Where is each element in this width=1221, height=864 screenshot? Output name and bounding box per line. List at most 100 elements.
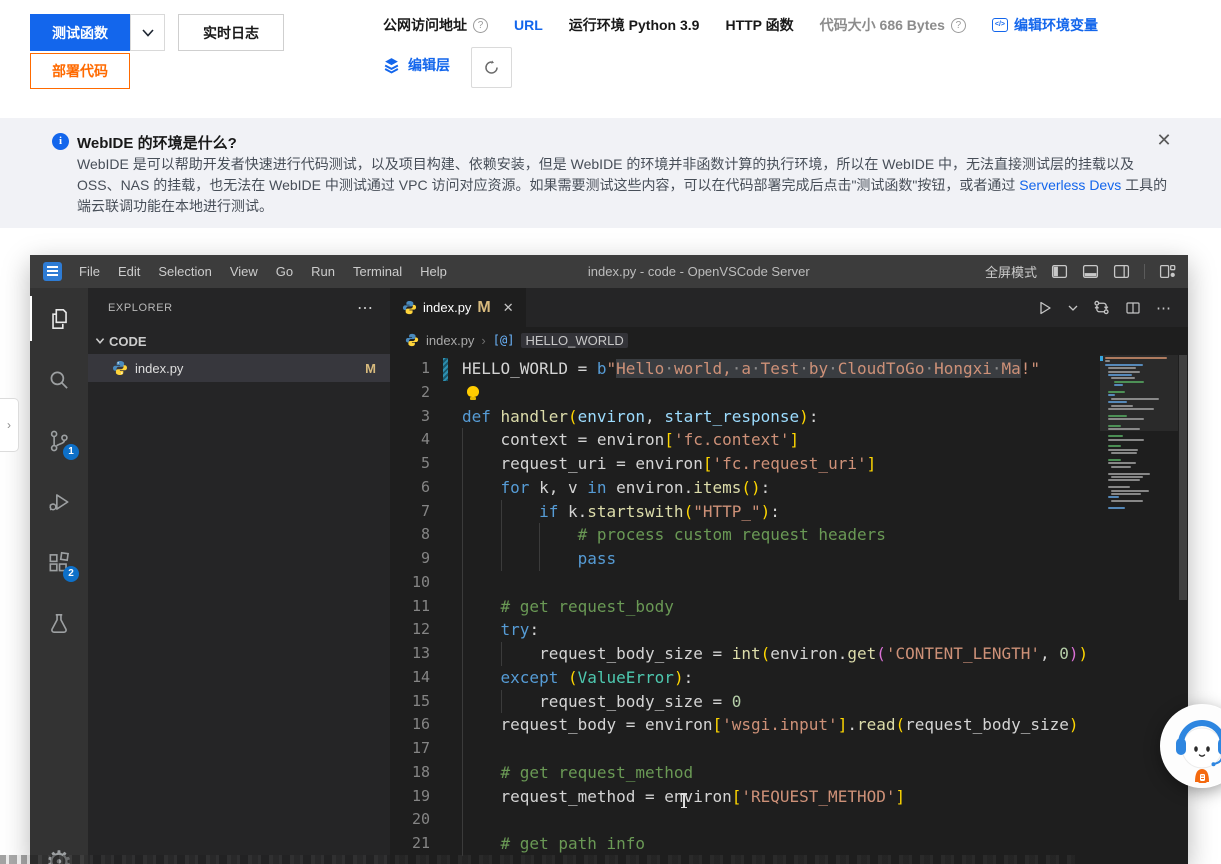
editor-more-actions-icon[interactable]: ⋯ bbox=[1156, 299, 1172, 317]
layers-icon bbox=[383, 57, 400, 74]
toggle-secondary-sidebar-icon[interactable] bbox=[1113, 263, 1130, 280]
test-function-button[interactable]: 测试函数 bbox=[30, 14, 130, 51]
line-number: 19 bbox=[390, 785, 430, 809]
fullscreen-toggle[interactable]: 全屏模式 bbox=[985, 262, 1037, 281]
clipped-bottom-overlay bbox=[0, 855, 1075, 864]
code-line-2[interactable]: 2 bbox=[390, 381, 1100, 405]
banner-close-icon[interactable]: ✕ bbox=[1153, 129, 1175, 151]
menu-go[interactable]: Go bbox=[267, 255, 302, 288]
run-debug-activity-button[interactable] bbox=[30, 471, 88, 532]
breadcrumb-file[interactable]: index.py bbox=[426, 333, 474, 348]
testing-activity-button[interactable] bbox=[30, 593, 88, 654]
menu-view[interactable]: View bbox=[221, 255, 267, 288]
deploy-code-button[interactable]: 部署代码 bbox=[30, 53, 130, 89]
files-icon bbox=[46, 306, 72, 332]
line-text: try: bbox=[462, 618, 539, 642]
line-text: request_body_size = 0 bbox=[462, 690, 741, 714]
minimap-selection-marker bbox=[1100, 356, 1103, 361]
source-control-activity-button[interactable]: 1 bbox=[30, 410, 88, 471]
code-line-21[interactable]: 21 # get path info bbox=[390, 832, 1100, 856]
code-line-20[interactable]: 20 bbox=[390, 808, 1100, 832]
code-line-16[interactable]: 16 request_body = environ['wsgi.input'].… bbox=[390, 713, 1100, 737]
split-editor-icon[interactable] bbox=[1125, 300, 1141, 316]
explorer-section-code[interactable]: CODE bbox=[88, 328, 390, 354]
file-name: index.py bbox=[135, 361, 183, 376]
code-line-14[interactable]: 14 except (ValueError): bbox=[390, 666, 1100, 690]
search-activity-button[interactable] bbox=[30, 349, 88, 410]
extensions-activity-button[interactable]: 2 bbox=[30, 532, 88, 593]
indent-guide bbox=[462, 618, 463, 642]
code-size-label: 代码大小 686 Bytes bbox=[820, 15, 945, 35]
menu-edit[interactable]: Edit bbox=[109, 255, 149, 288]
edit-layer-link[interactable]: 编辑层 bbox=[408, 55, 450, 75]
line-number: 7 bbox=[390, 500, 430, 524]
refresh-button[interactable] bbox=[471, 47, 512, 88]
realtime-logs-button[interactable]: 实时日志 bbox=[178, 14, 284, 51]
run-dropdown-chevron-icon[interactable] bbox=[1068, 304, 1078, 312]
code-line-17[interactable]: 17 bbox=[390, 737, 1100, 761]
line-number: 5 bbox=[390, 452, 430, 476]
side-drawer-expand-button[interactable]: › bbox=[0, 398, 19, 452]
menu-terminal[interactable]: Terminal bbox=[344, 255, 411, 288]
code-line-7[interactable]: 7 if k.startswith("HTTP_"): bbox=[390, 500, 1100, 524]
breadcrumb-separator: › bbox=[481, 333, 485, 348]
indent-guide bbox=[462, 571, 463, 595]
lightbulb-icon[interactable] bbox=[467, 386, 479, 397]
url-link[interactable]: URL bbox=[514, 17, 543, 33]
edit-layer-row: 编辑层 bbox=[383, 53, 450, 77]
line-text: for k, v in environ.items(): bbox=[462, 476, 770, 500]
code-line-4[interactable]: 4 context = environ['fc.context'] bbox=[390, 428, 1100, 452]
edit-env-group[interactable]: </> 编辑环境变量 bbox=[992, 15, 1098, 35]
edit-env-vars-link[interactable]: 编辑环境变量 bbox=[1014, 15, 1098, 35]
code-line-1[interactable]: 1HELLO_WORLD = b"Hello·world,·a·Test·by·… bbox=[390, 357, 1100, 381]
menu-run[interactable]: Run bbox=[302, 255, 344, 288]
tab-indexpy[interactable]: index.py M ✕ bbox=[390, 288, 526, 327]
help-icon[interactable]: ? bbox=[951, 18, 966, 33]
indent-guide bbox=[501, 523, 502, 547]
tab-close-icon[interactable]: ✕ bbox=[503, 300, 514, 316]
chevron-down-icon bbox=[94, 335, 106, 347]
menu-help[interactable]: Help bbox=[411, 255, 456, 288]
open-changes-icon[interactable] bbox=[1093, 299, 1110, 316]
breadcrumb-symbol[interactable]: HELLO_WORLD bbox=[521, 333, 627, 348]
code-line-13[interactable]: 13 request_body_size = int(environ.get('… bbox=[390, 642, 1100, 666]
code-line-15[interactable]: 15 request_body_size = 0 bbox=[390, 690, 1100, 714]
code-editor[interactable]: 1HELLO_WORLD = b"Hello·world,·a·Test·by·… bbox=[390, 353, 1100, 864]
code-line-5[interactable]: 5 request_uri = environ['fc.request_uri'… bbox=[390, 452, 1100, 476]
code-line-12[interactable]: 12 try: bbox=[390, 618, 1100, 642]
help-icon[interactable]: ? bbox=[473, 18, 488, 33]
line-text: request_body = environ['wsgi.input'].rea… bbox=[462, 713, 1079, 737]
toggle-sidebar-icon[interactable] bbox=[1051, 263, 1068, 280]
explorer-more-actions-icon[interactable]: ⋯ bbox=[357, 298, 374, 318]
test-function-dropdown-button[interactable] bbox=[130, 14, 165, 51]
code-line-10[interactable]: 10 bbox=[390, 571, 1100, 595]
function-info-row: 公网访问地址 ? URL 运行环境 Python 3.9 HTTP 函数 代码大… bbox=[383, 13, 1098, 37]
line-number: 21 bbox=[390, 832, 430, 856]
file-item-indexpy[interactable]: index.py M bbox=[88, 354, 390, 382]
toggle-panel-icon[interactable] bbox=[1082, 263, 1099, 280]
code-line-3[interactable]: 3def handler(environ, start_response): bbox=[390, 405, 1100, 429]
banner-body: WebIDE 是可以帮助开发者快速进行代码测试，以及项目构建、依赖安装，但是 W… bbox=[77, 154, 1172, 217]
code-line-6[interactable]: 6 for k, v in environ.items(): bbox=[390, 476, 1100, 500]
code-line-8[interactable]: 8 # process custom request headers bbox=[390, 523, 1100, 547]
menu-selection[interactable]: Selection bbox=[149, 255, 220, 288]
public-url-label: 公网访问地址 bbox=[383, 15, 467, 35]
customize-layout-icon[interactable] bbox=[1159, 263, 1176, 280]
line-text: context = environ['fc.context'] bbox=[462, 428, 799, 452]
code-line-9[interactable]: 9 pass bbox=[390, 547, 1100, 571]
public-url-group: 公网访问地址 ? bbox=[383, 15, 488, 35]
source-control-badge: 1 bbox=[63, 444, 79, 460]
line-number: 10 bbox=[390, 571, 430, 595]
line-number: 8 bbox=[390, 523, 430, 547]
code-line-11[interactable]: 11 # get request_body bbox=[390, 595, 1100, 619]
support-chat-widget[interactable] bbox=[1160, 704, 1221, 788]
modified-badge: M bbox=[365, 361, 376, 376]
run-file-icon[interactable] bbox=[1037, 300, 1053, 316]
scrollbar-slider[interactable] bbox=[1179, 355, 1187, 600]
code-line-19[interactable]: 19 request_method = environ['REQUEST_MET… bbox=[390, 785, 1100, 809]
code-line-18[interactable]: 18 # get request_method bbox=[390, 761, 1100, 785]
window-title: index.py - code - OpenVSCode Server bbox=[588, 264, 810, 279]
menu-file[interactable]: File bbox=[70, 255, 109, 288]
serverless-devs-link[interactable]: Serverless Devs bbox=[1019, 177, 1121, 193]
explorer-activity-button[interactable] bbox=[30, 288, 88, 349]
